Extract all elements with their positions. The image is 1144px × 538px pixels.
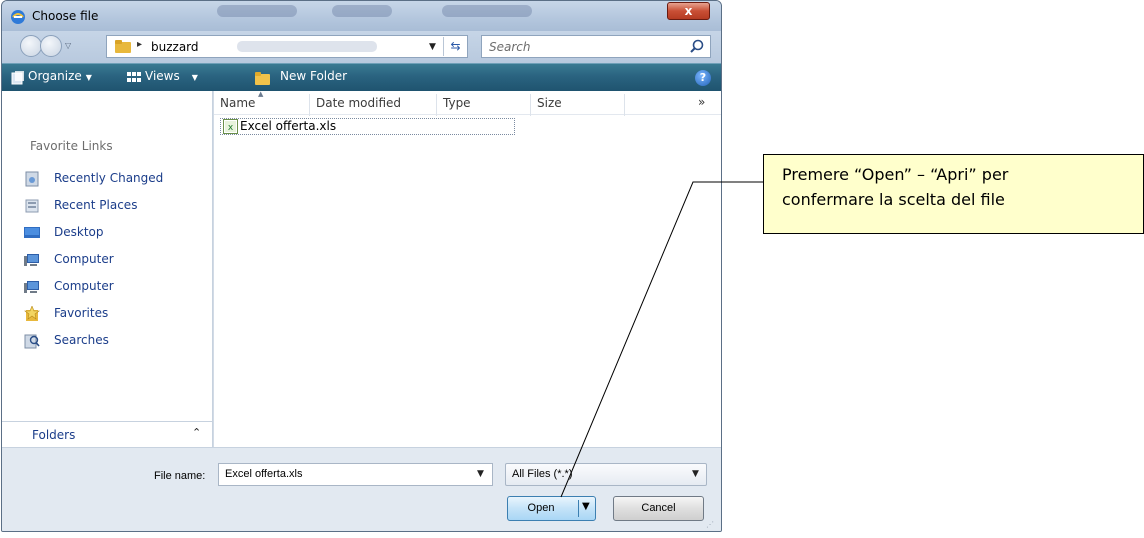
file-name-value[interactable]: Excel offerta.xls (225, 468, 302, 480)
breadcrumb-folder[interactable]: buzzard (151, 40, 199, 54)
chevron-down-icon: ▼ (191, 73, 198, 82)
background-blur (442, 5, 532, 17)
split-divider (578, 500, 579, 517)
navigation-pane: Favorite Links Recently Changed Recent P… (2, 91, 213, 447)
sidebar-item-searches[interactable]: Searches (24, 331, 204, 351)
column-header-date-modified[interactable]: Date modified (310, 94, 437, 116)
computer-icon (24, 254, 39, 266)
computer-icon (24, 281, 39, 293)
refresh-button[interactable]: ⇆ (443, 37, 467, 56)
column-header-size[interactable]: Size (531, 94, 625, 116)
window-title: Choose file (32, 9, 99, 23)
recently-changed-icon (25, 171, 39, 187)
search-box[interactable] (481, 35, 711, 58)
excel-file-icon: x (223, 119, 238, 134)
browser-app-icon (11, 10, 25, 24)
sidebar-item-label: Desktop (54, 225, 104, 239)
file-type-value: All Files (*.*) (512, 468, 573, 480)
open-button-label: Open (527, 502, 555, 514)
file-name-label: File name: (154, 470, 206, 482)
open-options-dropdown-icon[interactable]: ▼ (582, 501, 590, 512)
chevron-down-icon[interactable]: ▼ (477, 469, 484, 479)
sidebar-item-label: Recently Changed (54, 171, 164, 185)
chevron-down-icon: ▼ (85, 73, 92, 82)
sidebar-item-label: Favorites (54, 306, 109, 320)
views-label: Views (145, 69, 180, 83)
open-button[interactable]: Open ▼ (507, 496, 596, 521)
organize-icon (11, 71, 24, 85)
callout-text-line-1: Premere “Open” – “Apri” per (782, 165, 1009, 184)
chevron-down-icon: ▼ (692, 469, 699, 479)
help-icon[interactable]: ? (695, 70, 711, 86)
forward-button[interactable] (40, 35, 62, 57)
search-input[interactable] (482, 36, 682, 57)
folders-toggle[interactable]: Folders ⌃ (2, 421, 212, 447)
sidebar-item-computer-2[interactable]: Computer (24, 277, 204, 297)
sidebar-item-label: Computer (54, 279, 114, 293)
more-columns-icon[interactable]: » (698, 95, 705, 109)
file-list[interactable]: ▲ Name Date modified Type Size » x Excel… (214, 90, 721, 447)
back-button[interactable] (20, 35, 42, 57)
sidebar-item-label: Computer (54, 252, 114, 266)
folders-label: Folders (32, 428, 76, 442)
sidebar-item-recent-places[interactable]: Recent Places (24, 196, 204, 216)
callout-text-line-2: confermare la scelta del file (782, 190, 1005, 209)
desktop-icon (24, 227, 40, 238)
sidebar-item-computer[interactable]: Computer (24, 250, 204, 270)
column-header-name[interactable]: Name (214, 94, 310, 116)
search-icon[interactable] (688, 38, 706, 56)
sidebar-item-label: Searches (54, 333, 109, 347)
sidebar-item-label: Recent Places (54, 198, 138, 212)
recent-pages-dropdown-icon[interactable]: ▽ (65, 41, 71, 50)
svg-text:x: x (228, 123, 234, 133)
column-header-type[interactable]: Type (437, 94, 531, 116)
views-menu[interactable]: Views ▼ (145, 69, 198, 83)
file-name-combobox[interactable]: Excel offerta.xls ▼ (218, 463, 493, 486)
screen: Choose file x ▽ ▸ buzzard ▼ ⇆ Search Org… (0, 0, 1144, 538)
sidebar-item-desktop[interactable]: Desktop (24, 223, 204, 243)
new-folder-icon (255, 72, 270, 85)
resize-grip-icon[interactable]: ⋰ (706, 520, 714, 529)
folder-icon (115, 40, 131, 53)
background-blur (332, 5, 392, 17)
file-name: Excel offerta.xls (240, 119, 337, 133)
file-type-select[interactable]: All Files (*.*) ▼ (505, 463, 707, 486)
breadcrumb-separator-icon[interactable]: ▸ (137, 39, 142, 50)
favorites-icon (24, 306, 40, 321)
cancel-button[interactable]: Cancel (613, 496, 704, 521)
instruction-callout: Premere “Open” – “Apri” per confermare l… (763, 154, 1144, 234)
views-icon (127, 72, 141, 82)
file-list-item[interactable]: x Excel offerta.xls (220, 118, 515, 135)
organize-label: Organize (28, 69, 82, 83)
favorite-links-heading: Favorite Links (30, 139, 113, 153)
title-bar[interactable]: Choose file x (2, 1, 721, 31)
close-button[interactable]: x (667, 2, 710, 20)
background-blur (217, 5, 297, 17)
choose-file-dialog: Choose file x ▽ ▸ buzzard ▼ ⇆ Search Org… (1, 0, 722, 532)
organize-menu[interactable]: Organize ▼ (28, 69, 92, 83)
searches-icon (24, 334, 40, 349)
column-header-row: ▲ Name Date modified Type Size » (214, 90, 721, 116)
address-bar[interactable]: ▸ buzzard ▼ ⇆ (106, 35, 468, 58)
address-dropdown-icon[interactable]: ▼ (429, 42, 436, 52)
recent-places-icon (25, 199, 39, 213)
sidebar-item-recently-changed[interactable]: Recently Changed (24, 169, 204, 189)
command-toolbar: Organize ▼ Views ▼ New Folder ? (2, 63, 721, 91)
dialog-footer: File name: Excel offerta.xls ▼ All Files… (2, 447, 721, 531)
background-blur (237, 41, 377, 52)
new-folder-button[interactable]: New Folder (280, 69, 347, 83)
address-row: ▽ ▸ buzzard ▼ ⇆ (2, 31, 721, 63)
sidebar-item-favorites[interactable]: Favorites (24, 304, 204, 324)
chevron-up-icon: ⌃ (192, 426, 202, 439)
